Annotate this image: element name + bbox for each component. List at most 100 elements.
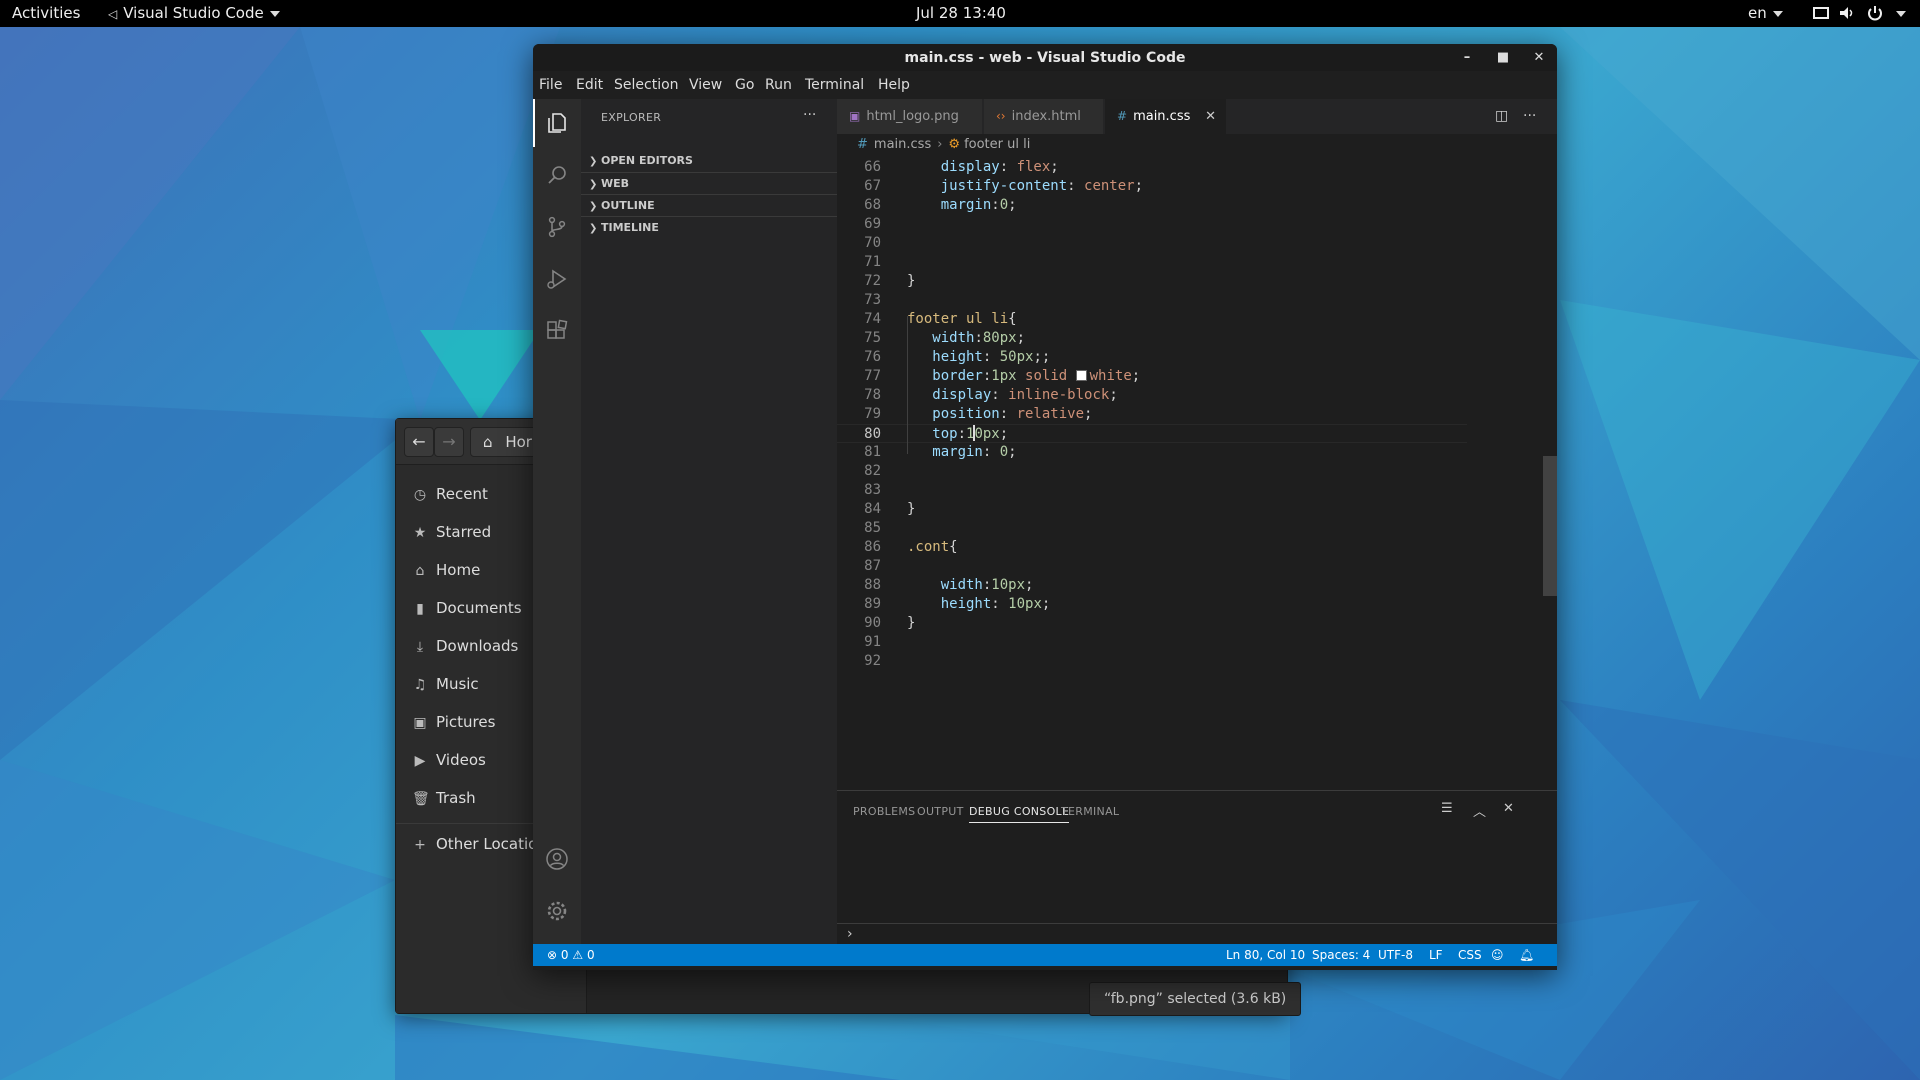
- menu-help[interactable]: Help: [878, 77, 910, 93]
- tab-output[interactable]: OUTPUT: [917, 805, 964, 818]
- search-icon[interactable]: [545, 163, 569, 187]
- color-swatch[interactable]: [1075, 370, 1087, 381]
- chevron-down-icon[interactable]: [1896, 11, 1906, 17]
- code-line[interactable]: 67 justify-content: center;: [837, 177, 1467, 196]
- code-line[interactable]: 75 width:80px;: [837, 329, 1467, 348]
- chevron-up-icon[interactable]: ︿: [1473, 801, 1486, 820]
- code-line[interactable]: 88 width:10px;: [837, 576, 1467, 595]
- maximize-icon[interactable]: ■: [1494, 49, 1512, 67]
- code-line[interactable]: 72}: [837, 272, 1467, 291]
- forward-button[interactable]: →: [434, 427, 464, 457]
- code-line[interactable]: 74 footer ul li{: [837, 310, 1467, 329]
- more-icon[interactable]: ···: [1523, 99, 1536, 134]
- section-outline[interactable]: ❯ OUTLINE: [581, 194, 837, 216]
- clear-console-icon[interactable]: ☰: [1441, 801, 1453, 816]
- activities-button[interactable]: Activities: [12, 4, 80, 22]
- code-line[interactable]: 76 height: 50px;;: [837, 348, 1467, 367]
- breadcrumb-symbol[interactable]: footer ul li: [964, 137, 1030, 152]
- menu-terminal[interactable]: Terminal: [805, 77, 864, 93]
- code-text: .cont{: [907, 539, 958, 555]
- close-panel-icon[interactable]: ✕: [1503, 801, 1514, 816]
- more-icon[interactable]: ···: [803, 107, 816, 123]
- menu-edit[interactable]: Edit: [576, 77, 603, 93]
- console-input[interactable]: ›: [837, 923, 1557, 945]
- code-line[interactable]: 68 margin:0;: [837, 196, 1467, 215]
- code-line[interactable]: 79 position: relative;: [837, 405, 1467, 424]
- menu-file[interactable]: File: [539, 77, 562, 93]
- menu-run[interactable]: Run: [765, 77, 792, 93]
- menu-go[interactable]: Go: [735, 77, 754, 93]
- sidebar-item-documents[interactable]: ▮ Documents: [412, 599, 521, 623]
- gear-icon[interactable]: [545, 899, 569, 923]
- clock[interactable]: Jul 28 13:40: [916, 4, 1006, 22]
- tab-main-css[interactable]: # main.css ✕: [1105, 99, 1227, 134]
- close-icon[interactable]: ✕: [1530, 49, 1548, 67]
- split-editor-icon[interactable]: ◫: [1495, 99, 1508, 134]
- explorer-sidebar: EXPLORER ··· ❯ OPEN EDITORS ❯ WEB ❯ OUTLINE…: [581, 99, 837, 944]
- sidebar-item-trash[interactable]: 🗑 Trash: [412, 789, 476, 813]
- line-ending[interactable]: LF: [1429, 944, 1443, 966]
- language-selector[interactable]: en: [1748, 4, 1783, 22]
- code-editor[interactable]: 66 display: flex; 67 justify-content: cen…: [837, 156, 1557, 836]
- cursor-position[interactable]: Ln 80, Col 10: [1226, 944, 1305, 966]
- code-line[interactable]: 84}: [837, 500, 1467, 519]
- sidebar-item-downloads[interactable]: ⤓ Downloads: [412, 637, 519, 661]
- code-line[interactable]: 80 top:10px;: [837, 424, 1467, 443]
- explorer-icon[interactable]: [545, 111, 569, 135]
- code-line[interactable]: 87: [837, 557, 1467, 576]
- tab-problems[interactable]: PROBLEMS: [853, 805, 915, 818]
- back-button[interactable]: ←: [404, 427, 434, 457]
- menu-selection[interactable]: Selection: [614, 77, 679, 93]
- screen-icon[interactable]: [1812, 5, 1830, 21]
- code-line[interactable]: 69: [837, 215, 1467, 234]
- volume-icon[interactable]: [1838, 5, 1856, 21]
- editor-scrollbar[interactable]: [1543, 456, 1557, 596]
- language-mode[interactable]: CSS: [1458, 944, 1482, 966]
- section-web[interactable]: ❯ WEB: [581, 172, 837, 194]
- code-line[interactable]: 90}: [837, 614, 1467, 633]
- extensions-icon[interactable]: [545, 319, 569, 343]
- sidebar-item-pictures[interactable]: ▣ Pictures: [412, 713, 495, 737]
- sidebar-item-videos[interactable]: ▶ Videos: [412, 751, 486, 775]
- sidebar-item-recent[interactable]: ◷ Recent: [412, 485, 488, 509]
- tab-debug-console[interactable]: DEBUG CONSOLE: [969, 805, 1070, 823]
- code-line[interactable]: 82: [837, 462, 1467, 481]
- encoding[interactable]: UTF-8: [1378, 944, 1413, 966]
- code-line[interactable]: 81 margin: 0;: [837, 443, 1467, 462]
- bell-icon[interactable]: 🔔︎: [1519, 944, 1534, 966]
- code-line[interactable]: 91: [837, 633, 1467, 652]
- source-control-icon[interactable]: [545, 215, 569, 239]
- minimize-icon[interactable]: –: [1458, 49, 1476, 67]
- code-line[interactable]: 70: [837, 234, 1467, 253]
- sidebar-item-label: Downloads: [436, 637, 519, 655]
- code-line[interactable]: 71: [837, 253, 1467, 272]
- power-icon[interactable]: [1866, 5, 1884, 21]
- indentation[interactable]: Spaces: 4: [1312, 944, 1370, 966]
- code-line[interactable]: 78 display: inline-block;: [837, 386, 1467, 405]
- menu-view[interactable]: View: [689, 77, 722, 93]
- sidebar-item-starred[interactable]: ★ Starred: [412, 523, 491, 547]
- tab-terminal[interactable]: TERMINAL: [1061, 805, 1119, 818]
- code-line[interactable]: 92: [837, 652, 1467, 671]
- problems-status[interactable]: ⊗ 0 ⚠ 0: [547, 944, 595, 966]
- code-line[interactable]: 89 height: 10px;: [837, 595, 1467, 614]
- close-icon[interactable]: ✕: [1205, 99, 1216, 134]
- feedback-icon[interactable]: ☺: [1491, 944, 1504, 966]
- section-open-editors[interactable]: ❯ OPEN EDITORS: [581, 150, 837, 172]
- error-count: 0: [560, 948, 569, 962]
- tab-html-logo[interactable]: ▣ html_logo.png: [837, 99, 983, 134]
- code-line[interactable]: 85: [837, 519, 1467, 538]
- sidebar-item-home[interactable]: ⌂ Home: [412, 561, 481, 585]
- breadcrumb-file[interactable]: main.css: [874, 137, 931, 152]
- code-line[interactable]: 66 display: flex;: [837, 158, 1467, 177]
- section-timeline[interactable]: ❯ TIMELINE: [581, 216, 837, 238]
- code-line[interactable]: 83: [837, 481, 1467, 500]
- code-line[interactable]: 73: [837, 291, 1467, 310]
- code-line[interactable]: 86 .cont{: [837, 538, 1467, 557]
- tab-index-html[interactable]: ‹› index.html: [984, 99, 1104, 134]
- app-menu[interactable]: ◁ Visual Studio Code: [108, 4, 280, 22]
- account-icon[interactable]: [545, 847, 569, 871]
- run-debug-icon[interactable]: [545, 267, 569, 291]
- sidebar-item-music[interactable]: ♫ Music: [412, 675, 479, 699]
- code-line[interactable]: 77 border:1px solid white;: [837, 367, 1467, 386]
